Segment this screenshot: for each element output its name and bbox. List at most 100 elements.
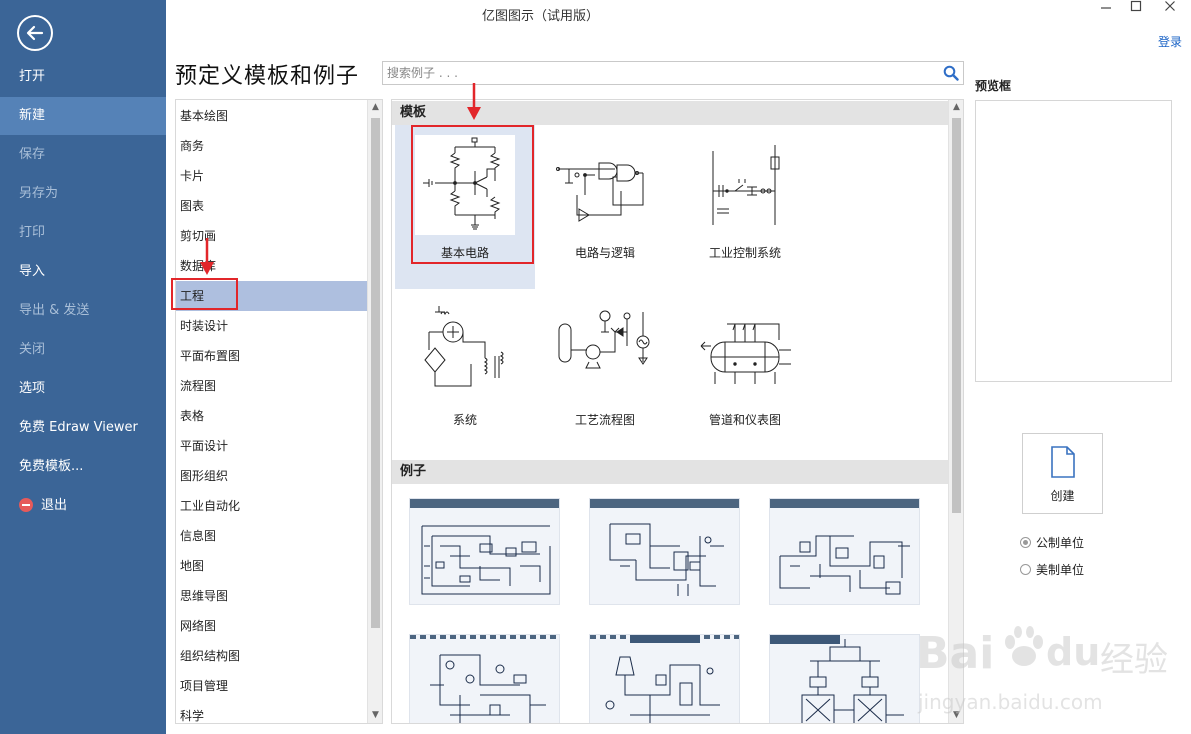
watermark-brand2: du [1046, 630, 1101, 674]
template-system[interactable]: 系统 [395, 292, 535, 456]
nav-label: 打开 [19, 69, 46, 84]
scroll-down-icon[interactable]: ▼ [368, 708, 382, 723]
nav-label: 导入 [19, 264, 46, 279]
category-item[interactable]: 信息图 [176, 521, 367, 551]
nav-label: 选项 [19, 381, 46, 396]
category-item[interactable]: 工业自动化 [176, 491, 367, 521]
exit-icon [19, 497, 33, 512]
new-document-icon [1051, 446, 1075, 478]
example-thumbnail[interactable] [589, 498, 740, 605]
template-thumbnail [695, 135, 795, 235]
scroll-up-icon[interactable]: ▲ [949, 100, 963, 115]
template-label: 电路与逻辑 [574, 246, 635, 260]
nav-free-templates[interactable]: 免费模板... [0, 448, 166, 486]
template-circuit-logic[interactable]: 电路与逻辑 [535, 125, 675, 289]
template-thumbnail [415, 302, 515, 402]
category-item[interactable]: 时装设计 [176, 311, 367, 341]
template-industrial-control[interactable]: 工业控制系统 [675, 125, 815, 289]
category-item[interactable]: 基本绘图 [176, 101, 367, 131]
app-window: 打开 新建 保存 另存为 打印 导入 导出 & 发送 关闭 选项 免费 Edra… [0, 0, 1191, 734]
nav-import[interactable]: 导入 [0, 253, 166, 291]
maximize-icon [1130, 0, 1142, 12]
example-thumbnail[interactable] [589, 634, 740, 723]
category-item[interactable]: 网络图 [176, 611, 367, 641]
category-item[interactable]: 图形组织 [176, 461, 367, 491]
create-button[interactable]: 创建 [1022, 433, 1103, 514]
maximize-button[interactable] [1124, 0, 1148, 18]
backstage-nav: 打开 新建 保存 另存为 打印 导入 导出 & 发送 关闭 选项 免费 Edra… [0, 0, 166, 734]
category-item[interactable]: 平面布置图 [176, 341, 367, 371]
nav-print[interactable]: 打印 [0, 214, 166, 252]
template-label: 系统 [452, 413, 477, 427]
category-item[interactable]: 项目管理 [176, 671, 367, 701]
watermark-brand-cn: 经验 [1100, 640, 1168, 680]
preview-label: 预览框 [975, 79, 1012, 93]
template-label: 工艺流程图 [574, 413, 635, 427]
nav-open[interactable]: 打开 [0, 58, 166, 96]
radio-unchecked-icon [1020, 564, 1031, 575]
page-title: 预定义模板和例子 [175, 64, 360, 89]
nav-label: 新建 [19, 108, 46, 123]
search-input[interactable] [383, 62, 923, 84]
nav-label: 另存为 [19, 186, 59, 201]
back-arrow-icon [26, 25, 44, 41]
nav-free-viewer[interactable]: 免费 Edraw Viewer [0, 409, 166, 447]
category-item[interactable]: 科学 [176, 701, 367, 723]
category-item[interactable]: 思维导图 [176, 581, 367, 611]
example-thumbnail[interactable] [769, 634, 920, 723]
nav-new[interactable]: 新建 [0, 97, 166, 135]
unit-imperial-radio[interactable]: 美制单位 [1020, 561, 1084, 578]
watermark-url: jingyan.baidu.com [918, 690, 1103, 714]
category-list: 基本绘图 商务 卡片 图表 剪切画 数据库 工程 时装设计 平面布置图 流程图 … [175, 99, 383, 724]
category-item[interactable]: 平面设计 [176, 431, 367, 461]
nav-label: 退出 [41, 498, 68, 513]
minimize-icon [1101, 7, 1111, 9]
example-thumbnail[interactable] [769, 498, 920, 605]
template-process-flow[interactable]: 工艺流程图 [535, 292, 675, 456]
category-item[interactable]: 图表 [176, 191, 367, 221]
category-item[interactable]: 卡片 [176, 161, 367, 191]
highlight-box-category [171, 278, 238, 310]
scroll-thumb[interactable] [952, 118, 961, 513]
scroll-thumb[interactable] [371, 118, 380, 628]
nav-label: 打印 [19, 225, 46, 240]
category-item[interactable]: 流程图 [176, 371, 367, 401]
example-thumbnail[interactable] [409, 498, 560, 605]
category-item[interactable]: 组织结构图 [176, 641, 367, 671]
unit-label: 公制单位 [1036, 536, 1085, 550]
unit-metric-radio[interactable]: 公制单位 [1020, 534, 1084, 551]
example-thumbnail[interactable] [409, 634, 560, 723]
minimize-button[interactable] [1094, 0, 1118, 18]
nav-exit[interactable]: 退出 [0, 487, 166, 525]
examples-section-header: 例子 [392, 460, 948, 484]
nav-export-send[interactable]: 导出 & 发送 [0, 292, 166, 330]
nav-label: 免费 Edraw Viewer [19, 420, 138, 435]
category-item[interactable]: 商务 [176, 131, 367, 161]
nav-label: 保存 [19, 147, 46, 162]
nav-save-as[interactable]: 另存为 [0, 175, 166, 213]
preview-box [975, 100, 1172, 382]
red-arrow-down-icon [200, 238, 214, 275]
template-thumbnail [695, 302, 795, 402]
search-icon[interactable] [943, 65, 959, 85]
category-item[interactable]: 表格 [176, 401, 367, 431]
create-label: 创建 [1050, 489, 1075, 503]
nav-save[interactable]: 保存 [0, 136, 166, 174]
template-pid[interactable]: 管道和仪表图 [675, 292, 815, 456]
baidu-watermark: Bai du 经验 jingyan.baidu.com [912, 600, 1182, 730]
login-link[interactable]: 登录 [1158, 33, 1182, 50]
nav-options[interactable]: 选项 [0, 370, 166, 408]
close-button[interactable] [1158, 0, 1182, 18]
unit-label: 美制单位 [1036, 563, 1085, 577]
nav-close[interactable]: 关闭 [0, 331, 166, 369]
template-thumbnail [555, 302, 655, 402]
back-button[interactable] [17, 15, 53, 51]
paw-logo-icon [1005, 626, 1043, 666]
category-item[interactable]: 地图 [176, 551, 367, 581]
close-icon [1165, 1, 1175, 11]
red-arrow-down-icon [467, 83, 481, 120]
category-scrollbar[interactable]: ▲ ▼ [367, 100, 382, 723]
radio-checked-icon [1020, 537, 1031, 548]
highlight-box-template [411, 125, 534, 264]
scroll-up-icon[interactable]: ▲ [368, 100, 382, 115]
